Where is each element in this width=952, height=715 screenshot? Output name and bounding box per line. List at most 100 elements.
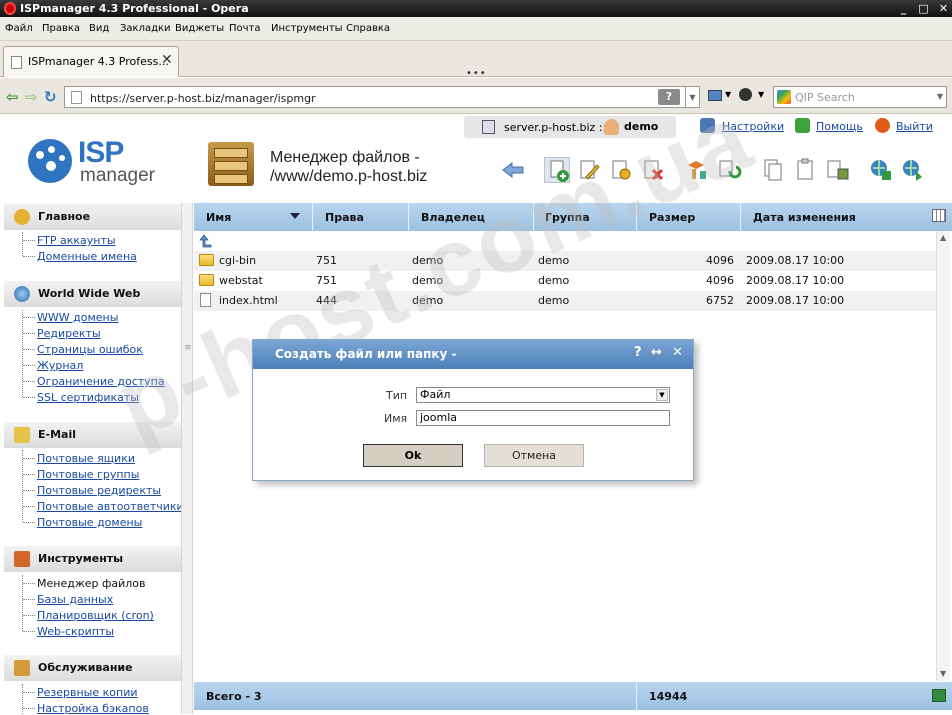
page-icon xyxy=(11,56,22,69)
turbo-icon[interactable] xyxy=(739,88,752,101)
logout-link[interactable]: Выйти xyxy=(896,120,933,133)
search-engine-icon[interactable] xyxy=(777,90,791,104)
sidebar-item-mailboxes[interactable]: Почтовые ящики xyxy=(37,452,135,465)
column-permissions[interactable]: Права xyxy=(325,211,364,224)
sidebar-item-cron[interactable]: Планировщик (cron) xyxy=(37,609,154,622)
sidebar-item-autoresponders[interactable]: Почтовые автоответчики xyxy=(37,500,184,513)
main-icon xyxy=(14,209,30,225)
sidebar-item-domain-names[interactable]: Доменные имена xyxy=(37,250,137,263)
paste-icon[interactable] xyxy=(792,157,818,183)
globe-icon xyxy=(14,286,30,302)
sidebar-item-www-domains[interactable]: WWW домены xyxy=(37,311,118,324)
columns-config-icon[interactable] xyxy=(932,209,946,222)
type-select[interactable]: Файл ▼ xyxy=(416,387,670,403)
vertical-scrollbar[interactable]: ▲ ▼ xyxy=(936,231,950,681)
address-toolbar: ⇦ ⇨ ↻ https://server.p-host.biz/manager/… xyxy=(0,78,952,114)
sidebar-section-main[interactable]: Главное xyxy=(4,204,181,230)
sidebar-item-mail-domains[interactable]: Почтовые домены xyxy=(37,516,142,529)
logo-manager-text: manager xyxy=(80,165,155,186)
type-select-value: Файл xyxy=(420,388,451,401)
menu-mail[interactable]: Почта xyxy=(229,23,261,34)
sidebar-section-title: E-Mail xyxy=(38,428,76,441)
column-name[interactable]: Имя xyxy=(206,211,231,224)
close-icon[interactable]: ✕ xyxy=(672,345,683,360)
download-icon[interactable] xyxy=(900,157,926,183)
url-text: https://server.p-host.biz/manager/ispmgr xyxy=(90,92,316,105)
name-input[interactable]: joomla xyxy=(416,410,670,426)
cell-date: 2009.08.17 10:00 xyxy=(746,294,845,307)
menu-bookmarks[interactable]: Закладки xyxy=(120,23,171,34)
cell-size: 4096 xyxy=(706,274,734,287)
total-size: 14944 xyxy=(649,690,688,703)
page-title-line1: Менеджер файлов - xyxy=(270,149,420,166)
menu-edit[interactable]: Правка xyxy=(42,23,80,34)
sidebar-section-title: Обслуживание xyxy=(38,661,133,674)
help-link[interactable]: Помощь xyxy=(816,120,863,133)
sidebar-item-log[interactable]: Журнал xyxy=(37,359,83,372)
sidebar-item-databases[interactable]: Базы данных xyxy=(37,593,113,606)
forward-icon[interactable]: ⇨ xyxy=(25,88,38,106)
sidebar-section-www[interactable]: World Wide Web xyxy=(4,281,181,307)
tab-title: ISPmanager 4.3 Profess... xyxy=(28,55,169,68)
sidebar-item-web-scripts[interactable]: Web-скрипты xyxy=(37,625,114,638)
upload-icon[interactable] xyxy=(868,157,894,183)
column-date[interactable]: Дата изменения xyxy=(753,211,856,224)
tools-icon xyxy=(14,551,30,567)
search-placeholder: QIP Search xyxy=(795,91,855,104)
server-icon xyxy=(482,120,495,134)
expand-icon[interactable]: ↔ xyxy=(651,345,662,360)
sidebar-item-redirects[interactable]: Редиректы xyxy=(37,327,101,340)
file-icon xyxy=(200,293,211,307)
scroll-up-icon[interactable]: ▲ xyxy=(940,233,946,242)
minimize-button[interactable]: _ xyxy=(896,1,911,16)
search-dropdown-icon[interactable]: ▼ xyxy=(937,92,943,101)
sidebar-item-backups[interactable]: Резервные копии xyxy=(37,686,138,699)
browser-tab[interactable]: ISPmanager 4.3 Profess... ✕ xyxy=(3,46,179,77)
chevron-down-icon[interactable]: ▼ xyxy=(656,389,668,401)
close-window-button[interactable]: ✕ xyxy=(936,1,951,16)
menu-help[interactable]: Справка xyxy=(346,23,390,34)
page-title-path: /www/demo.p-host.biz xyxy=(270,168,428,185)
menu-bar: Файл Правка Вид Закладки Виджеты Почта И… xyxy=(0,17,952,41)
parent-folder-icon[interactable] xyxy=(198,234,212,248)
create-dialog: Создать файл или папку - ? ↔ ✕ Тип Файл … xyxy=(252,339,694,481)
archive-icon[interactable] xyxy=(824,157,850,183)
export-excel-icon[interactable] xyxy=(932,689,946,702)
scroll-down-icon[interactable]: ▼ xyxy=(940,669,946,678)
sidebar-section-tools[interactable]: Инструменты xyxy=(4,546,181,572)
mail-icon xyxy=(14,427,30,443)
page-title: Менеджер файлов - /www/demo.p-host.biz xyxy=(270,148,427,186)
folder-icon xyxy=(199,274,214,286)
sidebar-section-maintenance[interactable]: Обслуживание xyxy=(4,655,181,681)
menu-tools[interactable]: Инструменты xyxy=(271,23,343,34)
sidebar-item-mail-redirects[interactable]: Почтовые редиректы xyxy=(37,484,161,497)
folder-icon xyxy=(199,254,214,266)
sort-desc-icon[interactable] xyxy=(290,213,300,219)
sidebar-item-mail-groups[interactable]: Почтовые группы xyxy=(37,468,139,481)
sidebar-item-backup-settings[interactable]: Настройка бэкапов xyxy=(37,702,149,715)
dialog-header[interactable]: Создать файл или папку - ? ↔ ✕ xyxy=(253,340,693,369)
turbo-dropdown-icon[interactable]: ▼ xyxy=(758,90,764,99)
table-footer: Всего - 3 14944 xyxy=(194,682,952,710)
total-count: Всего - 3 xyxy=(206,690,262,703)
sidebar-item-file-manager[interactable]: Менеджер файлов xyxy=(37,577,146,590)
cancel-button[interactable]: Отмена xyxy=(484,444,584,467)
logout-icon[interactable] xyxy=(875,118,890,133)
sidebar-item-ftp-accounts[interactable]: FTP аккаунты xyxy=(37,234,116,247)
help-icon[interactable] xyxy=(795,118,810,133)
reload-icon[interactable]: ↻ xyxy=(44,88,57,106)
maximize-button[interactable]: □ xyxy=(916,1,931,16)
search-field[interactable]: QIP Search ▼ xyxy=(773,86,947,108)
type-label: Тип xyxy=(386,389,408,402)
menu-widgets[interactable]: Виджеты xyxy=(175,23,224,34)
tab-close-icon[interactable]: ✕ xyxy=(161,52,173,68)
sidebar-splitter[interactable]: ≡ xyxy=(181,203,193,714)
menu-view[interactable]: Вид xyxy=(89,23,109,34)
maintenance-icon xyxy=(14,660,30,676)
help-icon[interactable]: ? xyxy=(634,345,642,360)
back-icon[interactable]: ⇦ xyxy=(6,88,19,106)
address-field[interactable]: https://server.p-host.biz/manager/ispmgr… xyxy=(64,86,686,108)
menu-file[interactable]: Файл xyxy=(5,23,33,34)
ok-button[interactable]: Ok xyxy=(363,444,463,467)
server-name: server.p-host.biz :: xyxy=(504,121,607,134)
